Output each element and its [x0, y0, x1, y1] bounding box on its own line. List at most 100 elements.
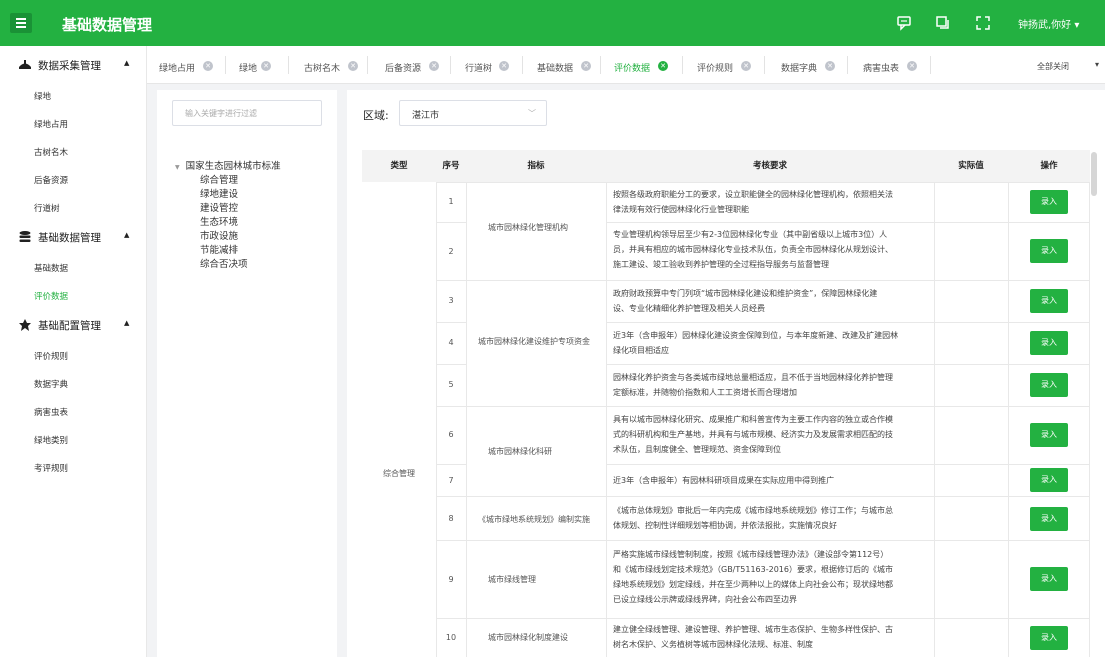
tab-label: 评价数据 — [614, 64, 651, 74]
tab-label: 后备资源 — [385, 64, 422, 74]
hamburger-icon[interactable] — [10, 13, 32, 33]
tab-label: 绿地占用 — [159, 64, 196, 74]
sidebar-item-lvdi-leibie[interactable]: 绿地类别 — [34, 434, 68, 446]
config-icon — [18, 318, 32, 332]
sidebar-item-gushu[interactable]: 古树名木 — [34, 146, 68, 158]
tree-node[interactable]: 生态环境 — [200, 214, 238, 228]
row-index: 3 — [448, 296, 454, 305]
sidebar-item-houbei[interactable]: 后备资源 — [34, 174, 68, 186]
chevron-down-icon: ﹀ — [528, 109, 536, 118]
requirement-cell: 近3年（含申报年）园林绿化建设资金保障到位，与本年度新建、改建及扩建园林 绿化项目… — [613, 331, 899, 355]
close-icon[interactable]: ✕ — [581, 61, 591, 71]
row-index: 7 — [448, 476, 454, 485]
sidebar-item-pingjia-guize[interactable]: 评价规则 — [34, 350, 68, 362]
top-header: 基础数据管理 钟扬武,你好 ▾ — [0, 0, 1105, 46]
sidebar-item-shuju-zidian[interactable]: 数据字典 — [34, 378, 68, 390]
chevron-down-icon[interactable]: ▼ — [175, 164, 180, 171]
tab-pingjia-guize[interactable]: 评价规则 ✕ — [697, 46, 755, 84]
column-header-type: 类型 — [362, 150, 436, 182]
type-cell: 综合管理 — [383, 469, 415, 478]
tab-shuju-zidian[interactable]: 数据字典 ✕ — [781, 46, 839, 84]
row-index: 5 — [448, 380, 454, 389]
sidebar-item-xingdaoshu[interactable]: 行道树 — [34, 202, 60, 214]
sidebar-item-kaoping-guize[interactable]: 考评规则 — [34, 462, 68, 474]
indicator-cell: 城市园林绿化建设维护专项资金 — [478, 337, 590, 346]
enter-button[interactable]: 录入 — [1030, 507, 1068, 531]
message-icon[interactable] — [895, 14, 913, 32]
requirement-cell: 严格实施城市绿线管制制度，按照《城市绿线管理办法》（建设部令第112号） 和《城市… — [613, 550, 893, 604]
tab-lvdi-zhanyong[interactable]: 绿地占用 ✕ — [159, 46, 217, 84]
sidebar-group-config[interactable]: 基础配置管理 ▲ — [0, 310, 147, 340]
sidebar-item-lvdi-zhanyong[interactable]: 绿地占用 — [34, 118, 68, 130]
tree-root-node[interactable]: ▼ 国家生态园林城市标准 — [175, 158, 281, 172]
sidebar-group-basic-data[interactable]: 基础数据管理 ▲ — [0, 222, 147, 252]
tree-node[interactable]: 绿地建设 — [200, 186, 238, 200]
close-icon[interactable]: ✕ — [825, 61, 835, 71]
sidebar-group-data-collection[interactable]: 数据采集管理 ▲ — [0, 50, 147, 80]
enter-button[interactable]: 录入 — [1030, 289, 1068, 313]
region-select-value: 湛江市 — [412, 111, 440, 121]
tab-label: 评价规则 — [697, 64, 734, 74]
tree-node[interactable]: 综合否决项 — [200, 256, 248, 270]
user-menu[interactable]: 钟扬武,你好 ▾ — [1018, 16, 1079, 31]
indicator-cell: 城市园林绿化科研 — [488, 447, 552, 456]
close-icon[interactable]: ✕ — [907, 61, 917, 71]
requirement-cell: 近3年（含申报年）有园林科研项目成果在实际应用中得到推广 — [613, 476, 835, 485]
sidebar: 数据采集管理 ▲ 绿地 绿地占用 古树名木 后备资源 行道树 基础数据管理 ▲ … — [0, 46, 147, 657]
enter-button[interactable]: 录入 — [1030, 423, 1068, 447]
requirement-cell: 具有以城市园林绿化研究、成果推广和科普宣传为主要工作内容的独立或合作模 式的科研机… — [613, 415, 893, 454]
sidebar-item-lvdi[interactable]: 绿地 — [34, 90, 51, 102]
collection-icon — [18, 58, 32, 72]
tab-label: 古树名木 — [304, 64, 341, 74]
tab-gushu[interactable]: 古树名木 ✕ — [304, 46, 362, 84]
indicator-cell: 城市园林绿化管理机构 — [488, 223, 568, 232]
tab-houbei[interactable]: 后备资源 ✕ — [385, 46, 443, 84]
tree-filter-input[interactable]: 输入关键字进行过滤 — [172, 100, 322, 126]
table-scrollbar[interactable] — [1091, 152, 1097, 196]
row-index: 4 — [448, 338, 454, 347]
enter-button[interactable]: 录入 — [1030, 567, 1068, 591]
tree-node[interactable]: 节能减排 — [200, 242, 238, 256]
enter-button[interactable]: 录入 — [1030, 373, 1068, 397]
close-icon[interactable]: ✕ — [261, 61, 271, 71]
close-icon[interactable]: ✕ — [203, 61, 213, 71]
copy-icon[interactable] — [934, 14, 952, 32]
region-select[interactable]: 湛江市 ﹀ — [399, 100, 547, 126]
close-icon[interactable]: ✕ — [741, 61, 751, 71]
app-title: 基础数据管理 — [62, 16, 153, 34]
close-icon[interactable]: ✕ — [429, 61, 439, 71]
requirement-cell: 专业管理机构领导层至少有2-3位园林绿化专业（其中副省级以上城市3位）人 员，并具… — [613, 230, 893, 269]
tab-jichu-shuju[interactable]: 基础数据 ✕ — [537, 46, 595, 84]
enter-button[interactable]: 录入 — [1030, 626, 1068, 650]
database-icon — [18, 230, 32, 244]
fullscreen-icon[interactable] — [974, 14, 992, 32]
tab-lvdi[interactable]: 绿地 ✕ — [239, 46, 279, 84]
sidebar-item-binghai[interactable]: 病害虫表 — [34, 406, 68, 418]
tab-binghai[interactable]: 病害虫表 ✕ — [863, 46, 921, 84]
enter-button[interactable]: 录入 — [1030, 190, 1068, 214]
close-icon[interactable]: ✕ — [348, 61, 358, 71]
chevron-up-icon: ▲ — [124, 231, 130, 239]
tab-xingdaoshu[interactable]: 行道树 ✕ — [465, 46, 513, 84]
enter-button[interactable]: 录入 — [1030, 331, 1068, 355]
tree-node[interactable]: 建设管控 — [200, 200, 238, 214]
tree-node[interactable]: 综合管理 — [200, 172, 238, 186]
close-icon[interactable]: ✕ — [658, 61, 668, 71]
tab-pingjia-shuju[interactable]: 评价数据 ✕ — [614, 46, 672, 84]
column-header-requirement: 考核要求 — [606, 150, 934, 182]
enter-button[interactable]: 录入 — [1030, 468, 1068, 492]
tab-label: 基础数据 — [537, 64, 574, 74]
requirement-cell: 政府财政预算中专门列项“城市园林绿化建设和维护资金”，保障园林绿化建 设、专业化精… — [613, 289, 878, 313]
tree-node[interactable]: 市政设施 — [200, 228, 238, 242]
sidebar-group-label: 数据采集管理 — [38, 60, 101, 72]
close-all-button[interactable]: 全部关闭 — [1037, 61, 1069, 72]
row-index: 1 — [448, 197, 454, 206]
tab-label: 病害虫表 — [863, 64, 900, 74]
close-icon[interactable]: ✕ — [499, 61, 509, 71]
enter-button[interactable]: 录入 — [1030, 239, 1068, 263]
row-index: 6 — [448, 430, 454, 439]
sidebar-item-jichu-shuju[interactable]: 基础数据 — [34, 262, 68, 274]
evaluation-table: 类型 序号 指标 考核要求 实际值 操作 综合管理 城市园林绿化管理机构 城市园… — [362, 150, 1090, 657]
sidebar-item-pingjia-shuju[interactable]: 评价数据 — [34, 290, 68, 302]
chevron-down-icon[interactable]: ▾ — [1095, 60, 1099, 69]
